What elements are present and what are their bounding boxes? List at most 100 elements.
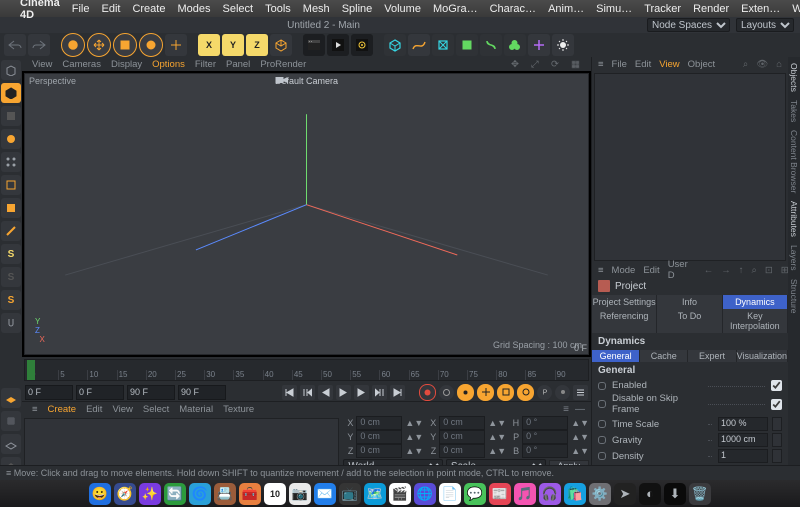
ruler-tick[interactable]: 10 bbox=[87, 370, 116, 380]
last-tool-button[interactable] bbox=[165, 34, 187, 56]
coord-field[interactable]: 0 ° bbox=[522, 416, 568, 430]
ruler-tick[interactable]: 25 bbox=[175, 370, 204, 380]
ruler-tick[interactable]: 60 bbox=[379, 370, 408, 380]
coord-field[interactable]: 0 cm bbox=[356, 430, 402, 444]
coord-field[interactable]: 0 cm bbox=[356, 444, 402, 458]
om-menu-edit[interactable]: Edit bbox=[635, 59, 651, 70]
coord-menu-icon[interactable]: ≡ bbox=[563, 404, 569, 415]
side-tab[interactable]: Objects bbox=[789, 63, 799, 92]
attr-back-icon[interactable]: ← bbox=[704, 265, 714, 276]
workplane-mode-button[interactable] bbox=[1, 129, 21, 149]
prev-key-button[interactable] bbox=[300, 385, 315, 400]
ruler-tick[interactable]: 80 bbox=[496, 370, 525, 380]
render-settings-button[interactable] bbox=[351, 34, 373, 56]
coord-field[interactable]: 0 cm bbox=[356, 416, 402, 430]
x-axis-lock-button[interactable]: X bbox=[198, 34, 220, 56]
project-end-field[interactable]: 90 F bbox=[178, 385, 226, 400]
attr-menu-icon[interactable]: ≡ bbox=[598, 265, 604, 276]
tab-referencing[interactable]: Referencing bbox=[592, 309, 657, 333]
model-mode-button[interactable] bbox=[1, 83, 21, 103]
menu-window[interactable]: Window bbox=[792, 3, 800, 15]
object-manager[interactable] bbox=[594, 73, 786, 261]
dock-app-icon[interactable]: 📷 bbox=[289, 483, 311, 505]
side-tab[interactable]: Attributes bbox=[789, 201, 799, 237]
key-param-button[interactable]: P bbox=[537, 385, 552, 400]
dock-app-icon[interactable]: ✨ bbox=[139, 483, 161, 505]
om-eye-icon[interactable]: 👁 bbox=[756, 59, 768, 70]
perspective-viewport[interactable]: Perspective Default Camera Y Z X Grid Sp… bbox=[24, 73, 589, 355]
autokey-button[interactable] bbox=[439, 385, 454, 400]
spinner-icon[interactable] bbox=[772, 449, 782, 463]
dock-app-icon[interactable]: 📄 bbox=[439, 483, 461, 505]
viewport-solo-button[interactable]: S bbox=[1, 244, 21, 264]
menu-tracker[interactable]: Tracker bbox=[644, 3, 681, 15]
prop-value-field[interactable]: 1000 cm bbox=[718, 433, 768, 447]
dock-app-icon[interactable]: 🎵 bbox=[514, 483, 536, 505]
menu-tools[interactable]: Tools bbox=[265, 3, 291, 15]
dock-app-icon[interactable]: ✉️ bbox=[314, 483, 336, 505]
subtab-visualization[interactable]: Visualization bbox=[737, 350, 788, 362]
tab-todo[interactable]: To Do bbox=[657, 309, 722, 333]
dock-app-icon[interactable]: 🧭 bbox=[114, 483, 136, 505]
dock-app-icon[interactable]: ⚙️ bbox=[589, 483, 611, 505]
key-selection-button[interactable] bbox=[457, 384, 474, 401]
vp-nav-layout-icon[interactable]: ▦ bbox=[571, 59, 581, 69]
vp-menu-view[interactable]: View bbox=[32, 59, 52, 70]
side-tab[interactable]: Takes bbox=[789, 100, 799, 122]
dock-app-icon[interactable]: 🛍️ bbox=[564, 483, 586, 505]
attr-fwd-icon[interactable]: → bbox=[721, 265, 731, 276]
dock-app-icon[interactable]: ◐ bbox=[639, 483, 661, 505]
texture-mode-button[interactable] bbox=[1, 106, 21, 126]
add-cube-button[interactable] bbox=[384, 34, 406, 56]
menu-volume[interactable]: Volume bbox=[384, 3, 421, 15]
prev-frame-button[interactable] bbox=[318, 385, 333, 400]
attr-lock-icon[interactable]: ⊡ bbox=[765, 265, 773, 276]
record-button[interactable] bbox=[419, 384, 436, 401]
vp-menu-options[interactable]: Options bbox=[152, 59, 185, 70]
ruler-tick[interactable]: 20 bbox=[146, 370, 175, 380]
tab-key-interpolation[interactable]: Key Interpolation bbox=[723, 309, 788, 333]
axis-mode-button[interactable] bbox=[1, 221, 21, 241]
dock-app-icon[interactable]: ⬇︎ bbox=[664, 483, 686, 505]
subtab-general[interactable]: General bbox=[592, 350, 640, 362]
dock-app-icon[interactable]: 😀 bbox=[89, 483, 111, 505]
menu-create[interactable]: Create bbox=[132, 3, 165, 15]
dock-app-icon[interactable]: 🗺️ bbox=[364, 483, 386, 505]
dock-app-icon[interactable]: 🧰 bbox=[239, 483, 261, 505]
playhead[interactable] bbox=[27, 360, 35, 380]
vp-menu-display[interactable]: Display bbox=[111, 59, 142, 70]
coord-field[interactable]: 0 cm bbox=[439, 444, 485, 458]
material-menu-icon[interactable]: ≡ bbox=[32, 404, 38, 415]
prop-checkbox[interactable] bbox=[771, 380, 782, 391]
dock-app-icon[interactable]: 🌀 bbox=[189, 483, 211, 505]
side-tab[interactable]: Content Browser bbox=[789, 130, 799, 193]
key-pos-button[interactable] bbox=[477, 384, 494, 401]
side-tab[interactable]: Structure bbox=[789, 279, 799, 314]
coord-field[interactable]: 0 cm bbox=[439, 430, 485, 444]
menu-mograph[interactable]: MoGra… bbox=[433, 3, 478, 15]
dock-app-icon[interactable]: 🎧 bbox=[539, 483, 561, 505]
menu-modes[interactable]: Modes bbox=[177, 3, 210, 15]
tab-project-settings[interactable]: Project Settings bbox=[592, 295, 657, 309]
y-axis-lock-button[interactable]: Y bbox=[222, 34, 244, 56]
add-field-button[interactable] bbox=[456, 34, 478, 56]
dock-app-icon[interactable]: 🔄 bbox=[164, 483, 186, 505]
ruler-tick[interactable]: 45 bbox=[292, 370, 321, 380]
dock-app-icon[interactable]: 📺 bbox=[339, 483, 361, 505]
point-mode-button[interactable] bbox=[1, 152, 21, 172]
locked-workplane-button[interactable] bbox=[1, 411, 21, 431]
om-menu-icon[interactable]: ≡ bbox=[598, 59, 604, 70]
prop-checkbox[interactable] bbox=[771, 399, 782, 410]
coord-system-button[interactable] bbox=[270, 34, 292, 56]
vp-menu-prorender[interactable]: ProRender bbox=[260, 59, 306, 70]
om-menu-object[interactable]: Object bbox=[688, 59, 715, 70]
attr-menu-edit[interactable]: Edit bbox=[643, 265, 659, 276]
menu-simulate[interactable]: Simu… bbox=[596, 3, 632, 15]
key-rot-button[interactable] bbox=[517, 384, 534, 401]
render-pv-button[interactable] bbox=[327, 34, 349, 56]
menu-animate[interactable]: Anim… bbox=[548, 3, 584, 15]
layout-dropdown[interactable]: Layouts bbox=[736, 18, 794, 32]
ruler-tick[interactable]: 55 bbox=[350, 370, 379, 380]
tab-info[interactable]: Info bbox=[657, 295, 722, 309]
ruler-tick[interactable]: 75 bbox=[467, 370, 496, 380]
